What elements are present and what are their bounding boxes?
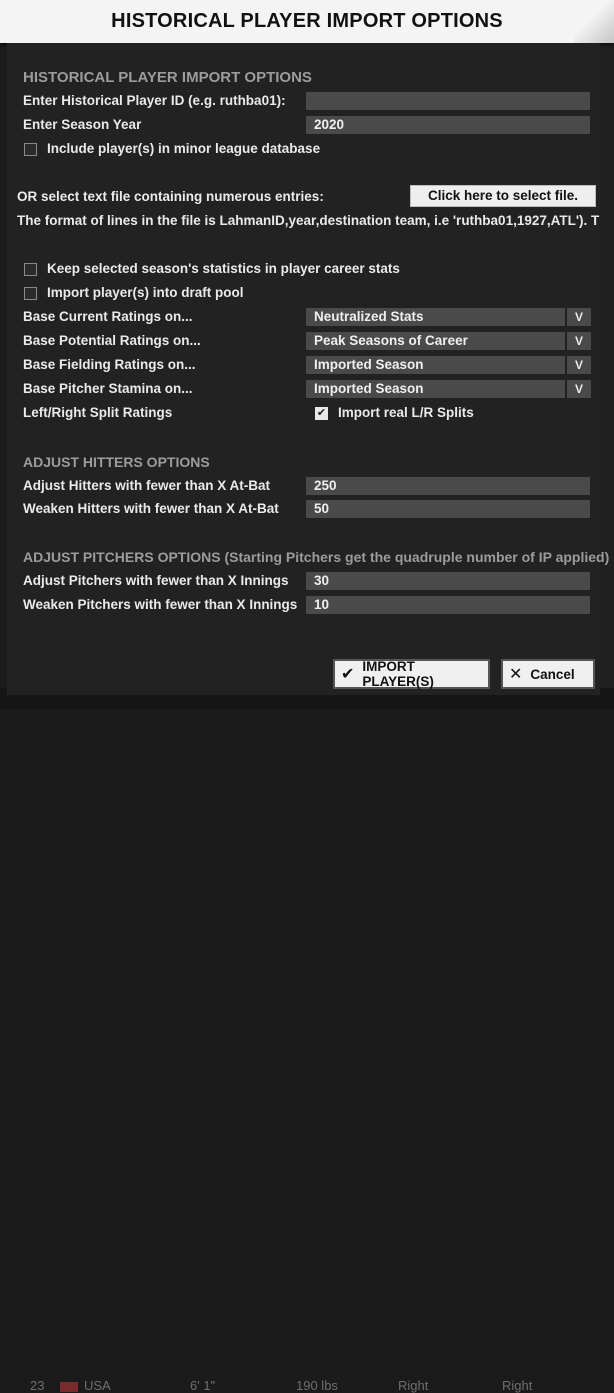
season-year-label: Enter Season Year <box>23 117 142 132</box>
select-file-button[interactable]: Click here to select file. <box>410 185 596 207</box>
title-bar-decoration <box>574 0 614 43</box>
chevron-down-icon[interactable]: V <box>565 380 591 398</box>
adjust-pitchers-label: Adjust Pitchers with fewer than X Inning… <box>23 573 289 588</box>
potential-ratings-label: Base Potential Ratings on... <box>23 333 201 348</box>
close-icon: ✕ <box>509 666 523 683</box>
section-title-pitchers: ADJUST PITCHERS OPTIONS (Starting Pitche… <box>23 549 610 565</box>
adjust-pitchers-input[interactable]: 30 <box>306 572 590 590</box>
player-id-input[interactable] <box>306 92 590 110</box>
text-file-label: OR select text file containing numerous … <box>17 189 324 204</box>
bg-country: USA <box>84 1378 111 1393</box>
chevron-down-icon[interactable]: V <box>565 332 591 350</box>
adjust-hitters-label: Adjust Hitters with fewer than X At-Bat <box>23 478 271 493</box>
import-options-dialog: HISTORICAL PLAYER IMPORT OPTIONS Enter H… <box>7 43 609 695</box>
check-icon: ✔ <box>316 407 327 419</box>
current-ratings-select[interactable]: Neutralized Stats V <box>306 308 591 326</box>
section-title-import: HISTORICAL PLAYER IMPORT OPTIONS <box>23 69 312 86</box>
dialog-title: HISTORICAL PLAYER IMPORT OPTIONS <box>111 10 503 32</box>
keep-stats-label: Keep selected season's statistics in pla… <box>47 261 400 276</box>
bg-throws: Right <box>502 1378 533 1393</box>
import-players-button[interactable]: ✔ IMPORT PLAYER(S) <box>333 659 490 689</box>
weaken-pitchers-input[interactable]: 10 <box>306 596 590 614</box>
fielding-ratings-select[interactable]: Imported Season V <box>306 356 591 374</box>
pitcher-stamina-value: Imported Season <box>314 381 424 396</box>
draft-pool-checkbox[interactable] <box>24 287 37 300</box>
potential-ratings-select[interactable]: Peak Seasons of Career V <box>306 332 591 350</box>
player-id-label: Enter Historical Player ID (e.g. ruthba0… <box>23 93 286 108</box>
background-panel <box>600 40 614 709</box>
section-title-hitters: ADJUST HITTERS OPTIONS <box>23 454 210 470</box>
potential-ratings-value: Peak Seasons of Career <box>314 333 468 348</box>
bg-bats: Right <box>398 1378 429 1393</box>
checkmark-icon: ✔ <box>341 666 355 683</box>
keep-stats-checkbox[interactable] <box>24 263 37 276</box>
split-ratings-label: Left/Right Split Ratings <box>23 405 173 420</box>
cancel-button[interactable]: ✕ Cancel <box>501 659 595 689</box>
flag-icon <box>60 1382 78 1392</box>
file-format-description: The format of lines in the file is Lahma… <box>17 213 600 228</box>
current-ratings-value: Neutralized Stats <box>314 309 424 324</box>
bg-row-number: 23 <box>30 1378 45 1393</box>
dialog-title-bar: HISTORICAL PLAYER IMPORT OPTIONS <box>0 0 614 43</box>
lr-splits-checkbox[interactable]: ✔ <box>315 407 328 420</box>
bg-misc: 6' 1" <box>190 1378 216 1393</box>
season-year-input[interactable]: 2020 <box>306 116 590 134</box>
weaken-hitters-input[interactable]: 50 <box>306 500 590 518</box>
import-players-label: IMPORT PLAYER(S) <box>362 659 434 689</box>
current-ratings-label: Base Current Ratings on... <box>23 309 193 324</box>
chevron-down-icon[interactable]: V <box>565 308 591 326</box>
pitcher-stamina-select[interactable]: Imported Season V <box>306 380 591 398</box>
fielding-ratings-value: Imported Season <box>314 357 424 372</box>
fielding-ratings-label: Base Fielding Ratings on... <box>23 357 196 372</box>
draft-pool-label: Import player(s) into draft pool <box>47 285 244 300</box>
minor-league-label: Include player(s) in minor league databa… <box>47 141 321 156</box>
lr-splits-label: Import real L/R Splits <box>338 405 474 420</box>
chevron-down-icon[interactable]: V <box>565 356 591 374</box>
adjust-hitters-input[interactable]: 250 <box>306 477 590 495</box>
weaken-hitters-label: Weaken Hitters with fewer than X At-Bat <box>23 501 279 516</box>
bg-weight: 190 lbs <box>296 1378 338 1393</box>
cancel-label: Cancel <box>530 666 575 682</box>
weaken-pitchers-label: Weaken Pitchers with fewer than X Inning… <box>23 597 298 612</box>
minor-league-checkbox[interactable] <box>24 143 37 156</box>
pitcher-stamina-label: Base Pitcher Stamina on... <box>23 381 193 396</box>
